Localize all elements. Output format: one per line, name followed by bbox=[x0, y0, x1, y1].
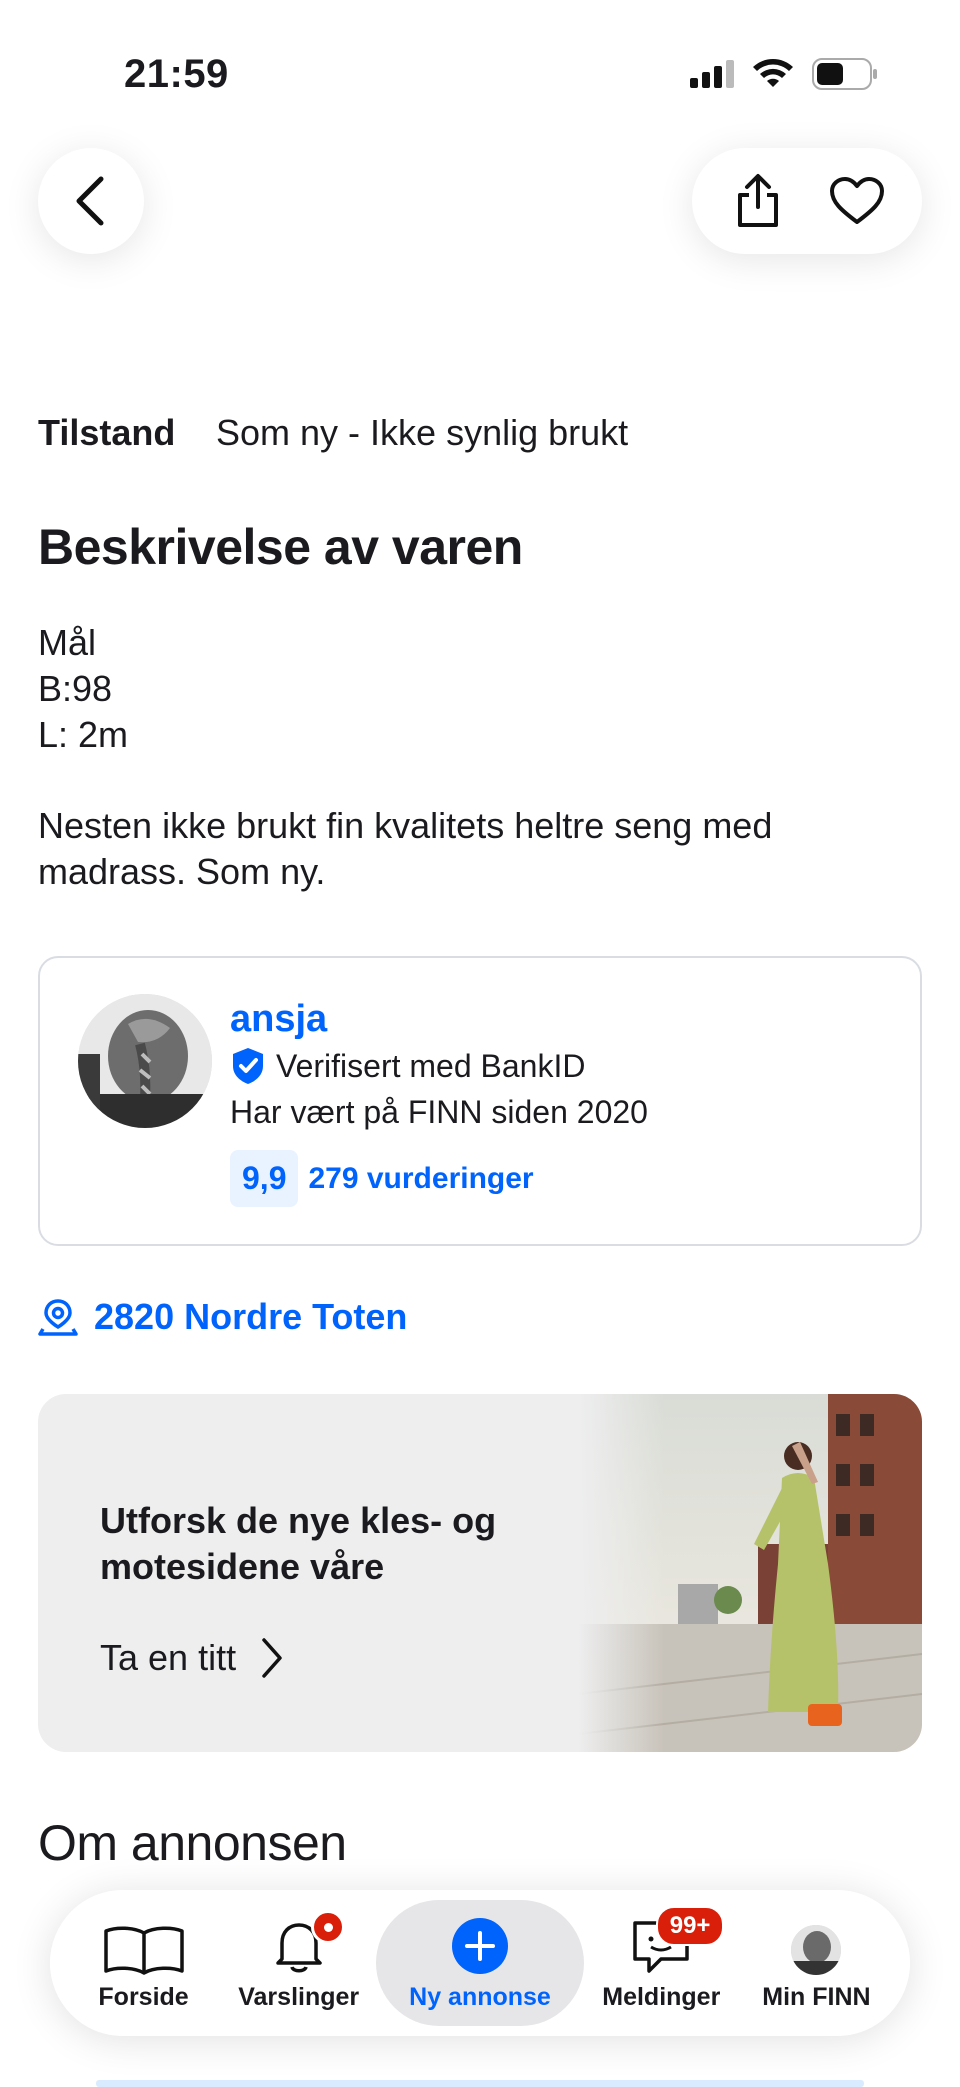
plus-circle-icon bbox=[451, 1918, 508, 1974]
verified-text: Verifisert med BankID bbox=[276, 1047, 586, 1084]
bottom-navigation: Forside Varslinger Ny annonse 99+ Meldin… bbox=[50, 1890, 910, 2036]
message-count-badge: 99+ bbox=[655, 1906, 725, 1946]
heart-icon bbox=[829, 177, 884, 224]
condition-row: Tilstand Som ny - Ikke synlig brukt bbox=[38, 412, 628, 454]
back-button[interactable] bbox=[38, 148, 144, 254]
share-icon bbox=[737, 174, 778, 227]
promo-title: Utforsk de nye kles- og motesidene våre bbox=[100, 1500, 497, 1587]
nav-item-min-finn[interactable]: Min FINN bbox=[739, 1900, 894, 2026]
reviews-link[interactable]: 279 vurderinger bbox=[308, 1162, 533, 1196]
header-actions bbox=[692, 148, 922, 254]
wifi-icon bbox=[753, 59, 793, 87]
nav-label: Varslinger bbox=[238, 1983, 360, 2011]
promo-link-label: Ta en titt bbox=[100, 1637, 237, 1678]
status-bar: 21:59 bbox=[0, 0, 960, 130]
description-title: Beskrivelse av varen bbox=[38, 519, 523, 575]
cellular-signal-icon bbox=[690, 60, 734, 88]
favorite-button[interactable] bbox=[817, 161, 897, 241]
nav-item-ny-annonse[interactable]: Ny annonse bbox=[376, 1900, 584, 2026]
description-measurements: Mål B:98 L: 2m bbox=[38, 620, 128, 758]
nav-item-meldinger[interactable]: 99+ Meldinger bbox=[584, 1900, 739, 2026]
description-line: L: 2m bbox=[38, 714, 129, 755]
nav-item-varslinger[interactable]: Varslinger bbox=[221, 1900, 376, 2026]
condition-label: Tilstand bbox=[38, 412, 176, 453]
profile-avatar bbox=[791, 1925, 842, 1975]
status-time: 21:59 bbox=[124, 52, 229, 96]
promo-banner[interactable]: Utforsk de nye kles- og motesidene våre … bbox=[38, 1394, 922, 1752]
nav-label: Forside bbox=[98, 1983, 189, 2011]
description-line: B:98 bbox=[38, 668, 113, 709]
chevron-right-icon bbox=[262, 1638, 282, 1678]
seller-name[interactable]: ansja bbox=[230, 998, 327, 1041]
about-title: Om annonsen bbox=[38, 1815, 347, 1871]
verified-row: Verifisert med BankID bbox=[230, 1046, 585, 1086]
nav-item-forside[interactable]: Forside bbox=[66, 1900, 221, 2026]
share-button[interactable] bbox=[718, 161, 798, 241]
promo-fashion-image bbox=[578, 1394, 922, 1752]
chevron-left-icon bbox=[76, 176, 104, 226]
description-text: Nesten ikke brukt fin kvalitets heltre s… bbox=[38, 805, 773, 892]
verified-shield-icon bbox=[233, 1048, 263, 1084]
seller-card[interactable]: ansja Verifisert med BankID Har vært på … bbox=[38, 956, 922, 1246]
member-since: Har vært på FINN siden 2020 bbox=[230, 1094, 648, 1130]
location-text[interactable]: 2820 Nordre Toten bbox=[94, 1296, 407, 1338]
seller-avatar[interactable] bbox=[78, 994, 212, 1128]
location-pin-icon bbox=[38, 1299, 78, 1336]
profile-avatar-image bbox=[791, 1925, 842, 1975]
nav-label: Min FINN bbox=[762, 1983, 871, 2011]
seller-avatar-image bbox=[78, 994, 212, 1128]
bottom-edge-strip bbox=[96, 2080, 864, 2087]
promo-link[interactable]: Ta en titt bbox=[100, 1636, 284, 1680]
notification-dot-badge bbox=[311, 1910, 346, 1944]
rating-score: 9,9 bbox=[230, 1150, 299, 1207]
rating-row[interactable]: 9,9 279 vurderinger bbox=[230, 1150, 534, 1207]
battery-icon bbox=[812, 58, 877, 90]
description-line: Mål bbox=[38, 622, 97, 663]
condition-value: Som ny - Ikke synlig brukt bbox=[216, 412, 629, 453]
nav-label: Ny annonse bbox=[409, 1983, 551, 2011]
nav-label: Meldinger bbox=[602, 1983, 721, 2011]
location-link[interactable]: 2820 Nordre Toten bbox=[38, 1296, 407, 1338]
book-icon bbox=[103, 1926, 184, 1975]
status-icons bbox=[690, 58, 878, 90]
